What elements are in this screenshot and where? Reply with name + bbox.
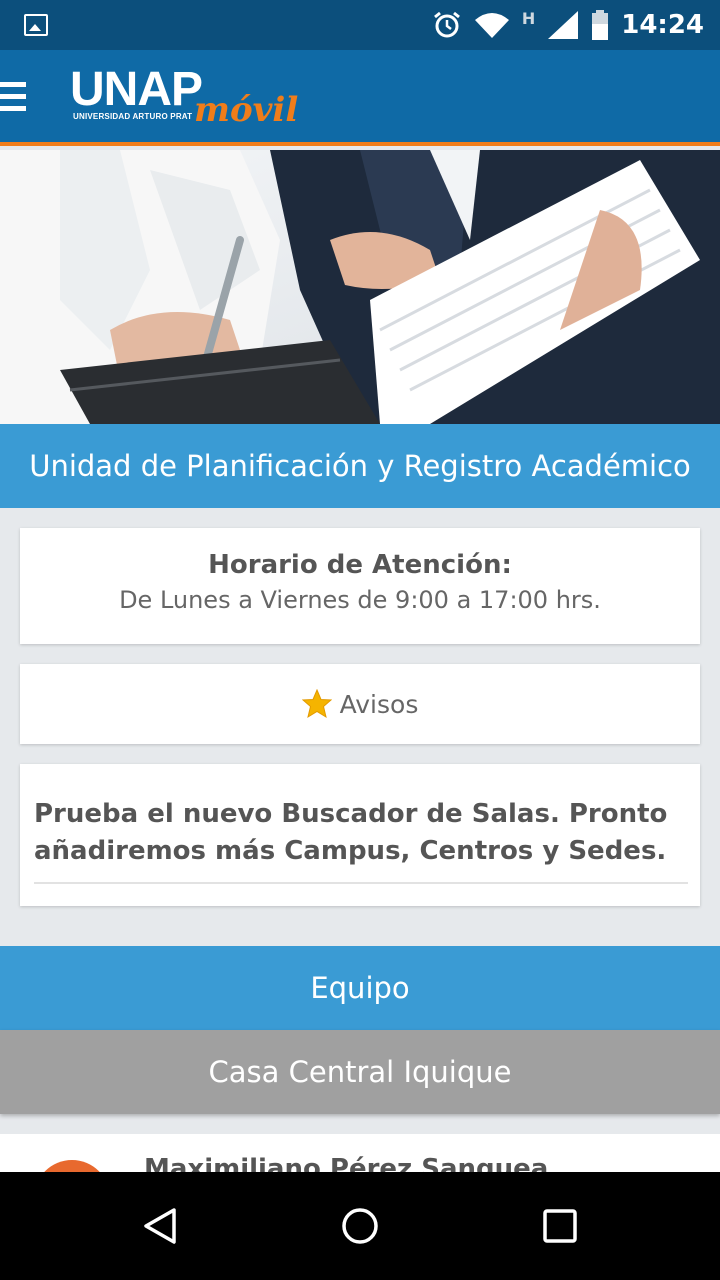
notices-header[interactable]: Avisos — [20, 664, 700, 744]
back-icon[interactable] — [132, 1198, 188, 1254]
logo-script: móvil — [194, 90, 299, 130]
network-type-label: H — [521, 8, 536, 28]
campus-bar[interactable]: Casa Central Iquique — [0, 1030, 720, 1114]
status-bar: H 14:24 — [0, 0, 720, 50]
hero-illustration — [0, 150, 720, 424]
battery-icon — [592, 10, 609, 40]
app-bar: UNAP UNIVERSIDAD ARTURO PRAT móvil — [0, 50, 720, 146]
notice-card[interactable]: Prueba el nuevo Buscador de Salas. Pront… — [20, 764, 700, 906]
app-logo[interactable]: UNAP UNIVERSIDAD ARTURO PRAT móvil — [70, 66, 310, 132]
gallery-icon — [24, 14, 48, 36]
hero-image — [0, 150, 720, 424]
status-icons: H 14:24 — [432, 8, 704, 42]
recents-icon[interactable] — [532, 1198, 588, 1254]
notices-label: Avisos — [339, 689, 419, 719]
logo-main: UNAP — [70, 63, 203, 116]
team-title-bar: Equipo — [0, 946, 720, 1030]
team-title: Equipo — [310, 971, 410, 1005]
menu-icon[interactable] — [0, 82, 26, 114]
star-icon — [301, 689, 332, 719]
signal-icon — [548, 11, 579, 39]
hours-label: Horario de Atención: — [208, 550, 512, 580]
wifi-icon — [474, 13, 509, 38]
campus-title: Casa Central Iquique — [208, 1055, 512, 1089]
divider — [34, 882, 688, 884]
hours-value: De Lunes a Viernes de 9:00 a 17:00 hrs. — [119, 586, 601, 614]
logo-subtitle: UNIVERSIDAD ARTURO PRAT — [73, 112, 193, 121]
notice-text: Prueba el nuevo Buscador de Salas. Pront… — [34, 799, 668, 866]
clock: 14:24 — [621, 10, 704, 40]
navigation-bar — [0, 1172, 720, 1280]
alarm-icon — [433, 11, 460, 38]
unit-title-bar: Unidad de Planificación y Registro Acadé… — [0, 424, 720, 508]
home-icon[interactable] — [332, 1198, 388, 1254]
unit-title: Unidad de Planificación y Registro Acadé… — [29, 449, 691, 483]
hours-card: Horario de Atención: De Lunes a Viernes … — [20, 528, 700, 644]
